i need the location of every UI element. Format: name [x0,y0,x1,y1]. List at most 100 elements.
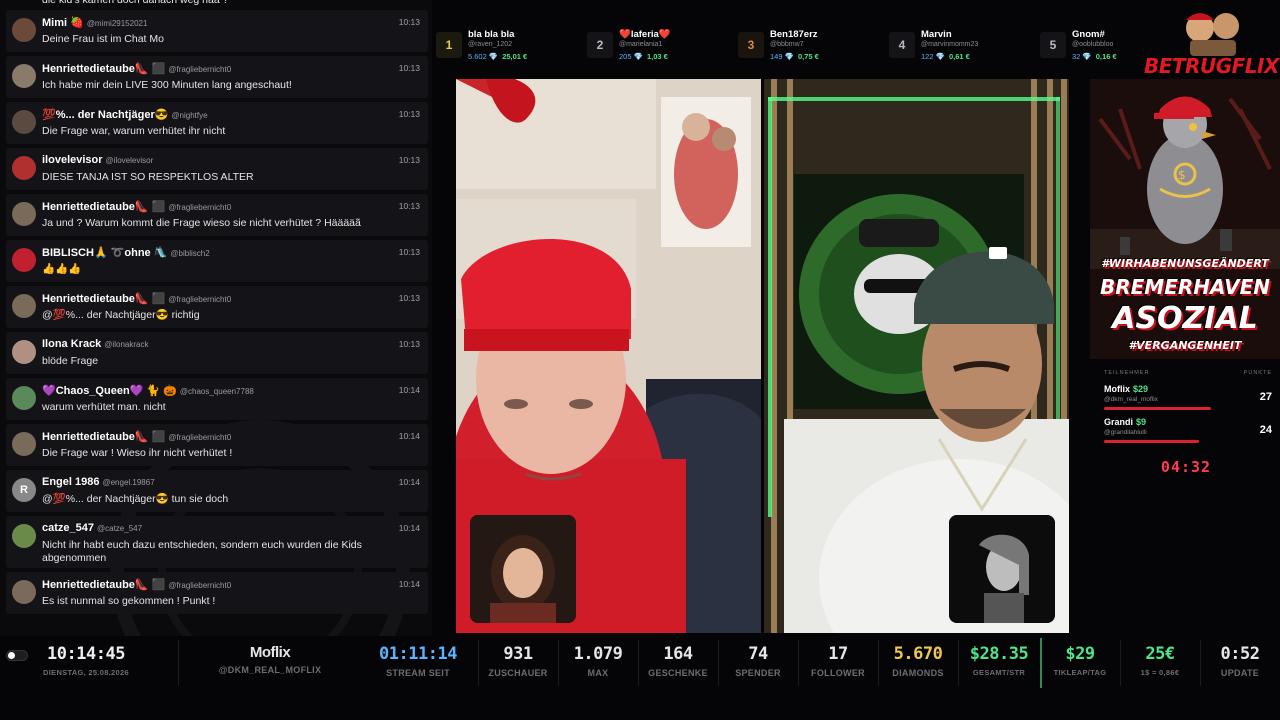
chat-username[interactable]: BIBLISCH🙏 ➰ohne 🛝 @biblisch2 [42,246,210,259]
avatar[interactable] [12,18,36,42]
chat-timestamp: 10:14 [398,477,420,487]
streamer-name: Moflix [249,644,291,661]
leaderboard-stats: 122 💎 0,61 € [921,52,970,61]
leaderboard-name: ❤️laferia❤️ [619,29,671,40]
update-label: UPDATE [1220,668,1260,678]
brand-logo: BETRUGFLIX [1140,4,1280,80]
stream-time-label: STREAM SEIT [386,668,450,678]
chat-timestamp: 10:13 [398,155,420,165]
guest-avatar-female [470,515,576,623]
max-label: MAX [587,668,609,678]
chat-message[interactable]: Ilona Krack @ilonakrack 10:13 blöde Frage [6,332,428,374]
chat-user-handle: @ilonakrack [104,340,149,349]
chat-panel[interactable]: die kid's kamen doch danach weg haa ? Mi… [0,0,432,636]
gifts-label: GESCHENKE [648,668,708,678]
chat-username[interactable]: ilovelevisor @ilovelevisor [42,154,153,166]
avatar[interactable] [12,156,36,180]
video-feed-host[interactable] [456,79,761,633]
toggle-switch[interactable] [6,650,28,661]
chat-message[interactable]: Henriettedietaube👠 ⬛ @fragliebernicht0 10:… [6,572,428,614]
diamonds-stat: 5.670 DIAMONDS [882,644,954,678]
avatar[interactable] [12,110,36,134]
avatar[interactable] [12,248,36,272]
chat-timestamp: 10:13 [398,109,420,119]
divider [958,640,959,686]
chat-message[interactable]: catze_547 @catze_547 10:14 Nicht ihr habt e… [6,516,428,568]
leaderboard-rank: 4 [889,32,915,58]
avatar[interactable] [12,432,36,456]
avatar[interactable] [12,64,36,88]
chat-username-text: 💜Chaos_Queen💜 🐈 🎃 [42,385,177,397]
leaderboard-rank: 3 [738,32,764,58]
guest-pip-right[interactable] [949,515,1055,623]
leaderboard-diamonds: 32 💎 [1072,52,1092,61]
chat-username[interactable]: Henriettedietaube👠 ⬛ @fragliebernicht0 [42,62,231,75]
avatar[interactable] [12,386,36,410]
battle-player-1-amount: $29 [1133,384,1149,394]
chat-username[interactable]: Mimi 🍓 @mimi29152021 [42,16,147,29]
gift-leaderboard: 1 bla bla bla @raven_1202 5.602 💎 25,01 € 2 ❤️… [436,20,1136,72]
chat-message[interactable]: Mimi 🍓 @mimi29152021 10:13 Deine Frau ist i… [6,10,428,52]
chat-username-text: Henriettedietaube👠 ⬛ [42,293,166,305]
avatar[interactable] [12,202,36,226]
chat-username-text: Mimi 🍓 [42,17,84,29]
chat-message[interactable]: ilovelevisor @ilovelevisor 10:13 DIESE TANJ… [6,148,428,190]
chat-message-text: @💯%... der Nachtjäger😎 richtig [42,309,200,321]
video-feed-guest[interactable] [764,79,1069,633]
battle-player-2-points: 24 [1259,424,1272,436]
chat-message[interactable]: R Engel 1986 @engel.19867 10:14 @💯%... der N… [6,470,428,512]
chat-timestamp: 10:13 [398,293,420,303]
avatar[interactable] [12,524,36,548]
leaderboard-value: 1,03 € [646,52,668,61]
total-value: $28.35 [969,644,1029,664]
chat-username[interactable]: Henriettedietaube👠 ⬛ @fragliebernicht0 [42,430,231,443]
donors-stat: 74 SPENDER [724,644,792,678]
banner-title-line1: BREMERHAVEN [1099,275,1270,299]
battle-player-2-handle: @grandilahlulli [1104,429,1147,436]
avatar[interactable] [12,294,36,318]
avatar[interactable]: R [12,478,36,502]
chat-username[interactable]: Henriettedietaube👠 ⬛ @fragliebernicht0 [42,578,231,591]
chat-timestamp: 10:13 [398,339,420,349]
battle-timer: 04:32 [1160,458,1212,476]
chat-username-text: catze_547 [42,522,94,534]
chat-message[interactable]: 💯%... der Nachtjäger😎 @nightfye 10:13 Die F… [6,102,428,144]
stats-bar: 10:14:45 DIENSTAG, 25.08.2026 Moflix @DK… [0,636,1280,720]
chat-username-text: ilovelevisor [42,154,103,166]
chat-message-text: DIESE TANJA IST SO RESPEKTLOS ALTER [42,171,254,183]
chat-user-handle: @fragliebernicht0 [168,295,232,304]
chat-timestamp: 10:14 [398,579,420,589]
chat-user-handle: @catze_547 [97,524,143,533]
toggle-knob [8,652,15,659]
divider [878,640,879,686]
leaderboard-entry: 1 bla bla bla @raven_1202 5.602 💎 25,01 € [436,26,586,66]
chat-message[interactable]: Henriettedietaube👠 ⬛ @fragliebernicht0 10:… [6,56,428,98]
total-label: GESAMT/STR [972,668,1026,677]
viewers-label: ZUSCHAUER [488,668,548,678]
chat-username-text: BIBLISCH🙏 ➰ohne 🛝 [42,247,168,259]
leaderboard-handle: @marvinmomm23 [921,41,979,48]
chat-username-text: 💯%... der Nachtjäger😎 [42,109,169,121]
chat-username[interactable]: 💜Chaos_Queen💜 🐈 🎃 @chaos_queen7788 [42,384,254,397]
diamonds-label: DIAMONDS [892,668,944,678]
chat-username[interactable]: 💯%... der Nachtjäger😎 @nightfye [42,108,208,121]
chat-username[interactable]: Henriettedietaube👠 ⬛ @fragliebernicht0 [42,200,231,213]
avatar[interactable] [12,580,36,604]
chat-message[interactable]: Henriettedietaube👠 ⬛ @fragliebernicht0 10:… [6,286,428,328]
chat-timestamp: 10:14 [398,385,420,395]
chat-username[interactable]: catze_547 @catze_547 [42,522,142,534]
chat-username[interactable]: Ilona Krack @ilonakrack [42,338,148,350]
chat-message[interactable]: BIBLISCH🙏 ➰ohne 🛝 @biblisch2 10:13 👍👍👍 [6,240,428,282]
tikleap-label: TIKLEAP/TAG [1053,668,1107,677]
streamer-stat: Moflix @DKM_REAL_MOFLIX [205,644,335,675]
chat-username[interactable]: Henriettedietaube👠 ⬛ @fragliebernicht0 [42,292,231,305]
chat-message[interactable]: Henriettedietaube👠 ⬛ @fragliebernicht0 10:… [6,194,428,236]
avatar[interactable] [12,340,36,364]
chat-username[interactable]: Engel 1986 @engel.19867 [42,476,155,488]
guest-pip-left[interactable] [470,515,576,623]
update-stat: 0:52 UPDATE [1206,644,1274,678]
chat-message[interactable]: Henriettedietaube👠 ⬛ @fragliebernicht0 10:… [6,424,428,466]
leaderboard-handle: @bbbmw7 [770,41,804,48]
chat-message[interactable]: 💜Chaos_Queen💜 🐈 🎃 @chaos_queen7788 10:14 wa… [6,378,428,420]
leaderboard-rank: 5 [1040,32,1066,58]
